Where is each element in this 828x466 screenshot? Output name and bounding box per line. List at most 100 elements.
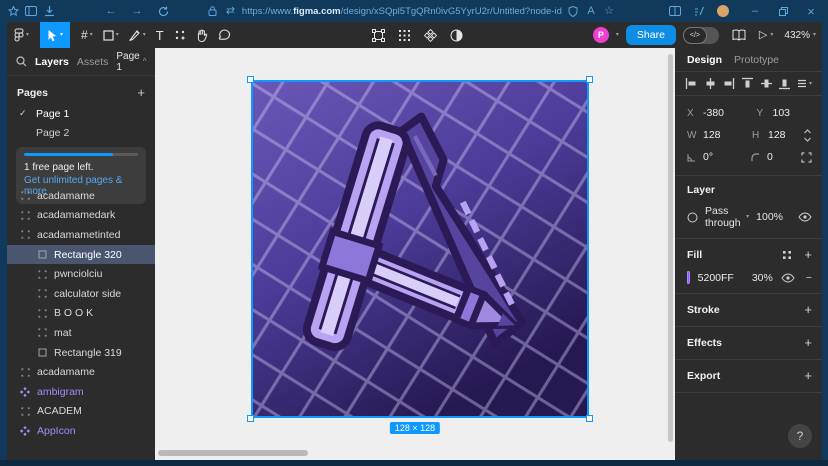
- page-selector[interactable]: Page 1^: [116, 51, 146, 73]
- fill-opacity-field[interactable]: 30%: [752, 272, 773, 284]
- downloads-icon[interactable]: [40, 3, 58, 19]
- fill-section: Fill + 5200FF 30% −: [675, 239, 822, 294]
- width-field[interactable]: W128: [687, 129, 738, 141]
- edit-object-icon[interactable]: [372, 29, 385, 42]
- layer-row[interactable]: AppIcon: [7, 421, 155, 441]
- zoom-menu[interactable]: 432% ▾: [784, 30, 816, 41]
- tab-design[interactable]: Design: [687, 54, 722, 66]
- page-item[interactable]: ✓Page 1: [7, 104, 155, 123]
- search-icon[interactable]: [16, 56, 27, 67]
- independent-corners-icon[interactable]: [801, 152, 812, 163]
- add-page-button[interactable]: +: [137, 85, 145, 100]
- text-tool-button[interactable]: T: [151, 22, 169, 48]
- browser-app-icon[interactable]: [4, 3, 22, 19]
- reload-button[interactable]: [154, 3, 172, 19]
- rotation-field[interactable]: 0°: [687, 151, 737, 163]
- blend-mode-select[interactable]: Pass through▾: [705, 205, 749, 229]
- address-bar[interactable]: ⇄ https://www.figma.com/design/xSQpl5TgQ…: [206, 3, 562, 19]
- distribute-more-icon[interactable]: ▾: [797, 77, 812, 90]
- favorite-star-icon[interactable]: ☆: [600, 3, 618, 19]
- selection-handle-nw[interactable]: [247, 76, 254, 83]
- page-item[interactable]: Page 2: [7, 123, 155, 142]
- layer-row[interactable]: ambigram: [7, 382, 155, 402]
- fill-color-swatch[interactable]: [687, 271, 690, 284]
- share-button[interactable]: Share: [626, 25, 676, 45]
- layer-label: acadamame: [37, 366, 95, 378]
- present-button[interactable]: ▷ ▾: [759, 30, 773, 41]
- mask-icon[interactable]: [450, 29, 463, 42]
- x-field[interactable]: X-380: [687, 107, 743, 119]
- y-field[interactable]: Y103: [757, 107, 813, 119]
- add-fill-button[interactable]: +: [804, 247, 812, 262]
- browser-chrome: ← → ⇄ https://www.figma.com/design/xSQpl…: [0, 0, 828, 22]
- layer-row[interactable]: acadamamedark: [7, 206, 155, 226]
- vertical-scrollbar[interactable]: [668, 54, 673, 442]
- library-book-icon[interactable]: [732, 29, 746, 41]
- comment-tool-button[interactable]: [213, 22, 236, 48]
- align-top-icon[interactable]: [741, 77, 754, 90]
- user-avatar[interactable]: P: [593, 27, 609, 43]
- remove-fill-button[interactable]: −: [806, 272, 812, 284]
- minimize-button[interactable]: –: [746, 3, 764, 19]
- align-bottom-icon[interactable]: [778, 77, 791, 90]
- styles-icon[interactable]: [782, 250, 792, 260]
- fill-hex-field[interactable]: 5200FF: [698, 272, 734, 284]
- layer-row[interactable]: pwnciolciu: [7, 264, 155, 284]
- layer-row[interactable]: Rectangle 320: [7, 245, 155, 265]
- forward-button[interactable]: →: [128, 3, 146, 19]
- shape-tool-button[interactable]: ▾: [98, 22, 124, 48]
- shield-icon[interactable]: [564, 3, 582, 19]
- fill-visibility-eye-icon[interactable]: [781, 273, 795, 283]
- tab-prototype[interactable]: Prototype: [734, 54, 779, 66]
- layer-label: B O O K: [54, 307, 93, 319]
- layer-row[interactable]: mat: [7, 323, 155, 343]
- pixel-grid-icon[interactable]: [398, 29, 411, 42]
- layer-row[interactable]: calculator side: [7, 284, 155, 304]
- layer-row[interactable]: acadamame: [7, 186, 155, 206]
- selection-handle-se[interactable]: [586, 415, 593, 422]
- close-button[interactable]: ×: [802, 3, 820, 19]
- extensions-icon[interactable]: [690, 3, 708, 19]
- constrain-proportions-icon[interactable]: [803, 129, 812, 142]
- translate-icon[interactable]: A: [582, 3, 600, 19]
- profile-avatar[interactable]: [714, 3, 732, 19]
- height-field[interactable]: H128: [752, 129, 803, 141]
- corner-radius-field[interactable]: 0: [751, 151, 801, 163]
- split-screen-icon[interactable]: [666, 3, 684, 19]
- pen-tool-button[interactable]: ▾: [124, 22, 151, 48]
- selection-handle-ne[interactable]: [586, 76, 593, 83]
- layer-visibility-eye-icon[interactable]: [798, 212, 812, 222]
- back-button[interactable]: ←: [102, 3, 120, 19]
- tab-layers[interactable]: Layers: [35, 56, 69, 68]
- tab-icon[interactable]: [22, 3, 40, 19]
- avatar-chevron-icon[interactable]: ▾: [616, 32, 619, 38]
- align-left-icon[interactable]: [685, 77, 698, 90]
- add-export-button[interactable]: +: [804, 368, 812, 383]
- main-menu-button[interactable]: ▾: [9, 22, 34, 48]
- add-stroke-button[interactable]: +: [804, 302, 812, 317]
- hand-tool-button[interactable]: [191, 22, 213, 48]
- frame-tool-button[interactable]: # ▾: [76, 22, 98, 48]
- dev-mode-toggle[interactable]: </>: [683, 27, 719, 44]
- layer-row[interactable]: acadamametinted: [7, 225, 155, 245]
- align-right-icon[interactable]: [722, 77, 735, 90]
- tab-assets[interactable]: Assets: [77, 56, 109, 68]
- canvas[interactable]: 128 × 128: [155, 48, 675, 460]
- selected-artboard[interactable]: [252, 81, 588, 417]
- help-button[interactable]: ?: [788, 424, 812, 448]
- horizontal-scrollbar[interactable]: [158, 450, 308, 456]
- align-v-center-icon[interactable]: [760, 77, 773, 90]
- layer-row[interactable]: Rectangle 319: [7, 343, 155, 363]
- layer-opacity-field[interactable]: 100%: [756, 211, 783, 223]
- add-effect-button[interactable]: +: [804, 335, 812, 350]
- layer-row[interactable]: acadamame: [7, 362, 155, 382]
- layer-row[interactable]: ACADEM: [7, 402, 155, 422]
- move-tool-button[interactable]: ▾: [40, 22, 70, 48]
- site-permissions-icon[interactable]: ⇄: [224, 3, 237, 19]
- selection-handle-sw[interactable]: [247, 415, 254, 422]
- restore-button[interactable]: [774, 3, 792, 19]
- actions-button[interactable]: [169, 22, 191, 48]
- component-icon[interactable]: [424, 29, 437, 42]
- layer-row[interactable]: B O O K: [7, 304, 155, 324]
- align-h-center-icon[interactable]: [704, 77, 717, 90]
